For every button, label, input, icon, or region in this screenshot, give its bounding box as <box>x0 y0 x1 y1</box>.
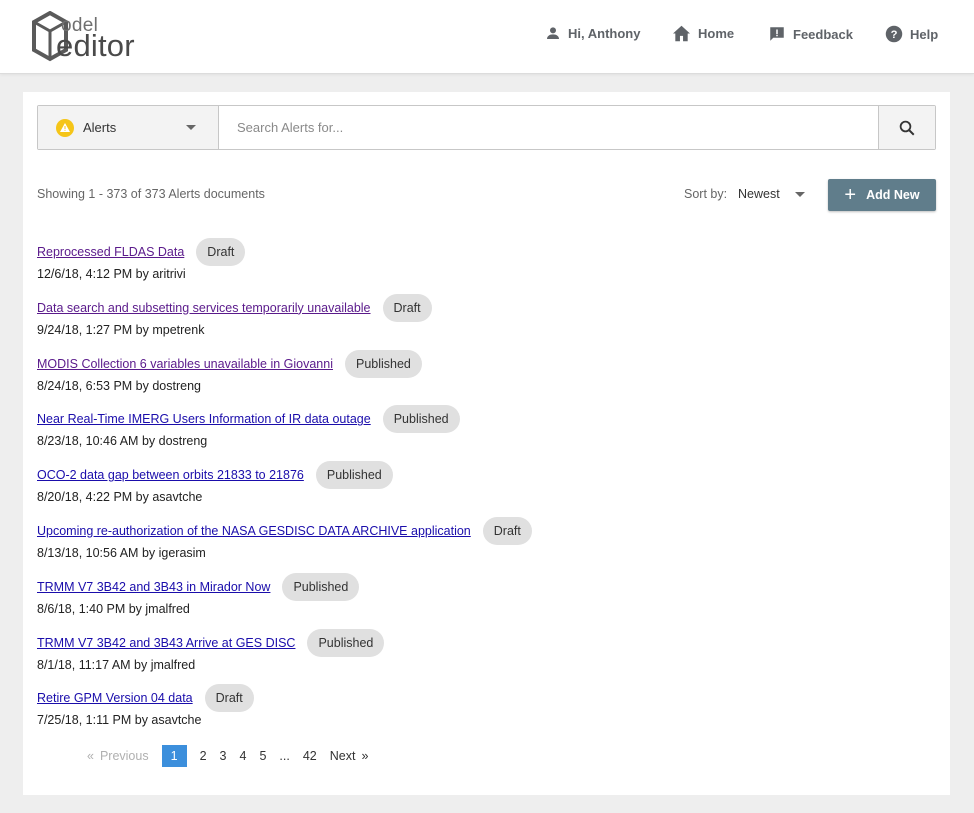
add-new-label: Add New <box>866 188 920 202</box>
nav-feedback[interactable]: Feedback <box>768 25 853 43</box>
results-count: Showing 1 - 373 of 373 Alerts documents <box>37 187 265 201</box>
home-icon <box>673 25 690 42</box>
user-greeting: Hi, Anthony <box>568 25 641 41</box>
app-logo[interactable]: odel editor <box>30 11 140 63</box>
alert-title-link[interactable]: MODIS Collection 6 variables unavailable… <box>37 357 333 371</box>
alert-meta: 8/1/18, 11:17 AM by jmalfred <box>37 657 196 672</box>
alert-title-link[interactable]: Data search and subsetting services temp… <box>37 301 371 315</box>
person-icon <box>547 27 559 39</box>
list-item: Near Real-Time IMERG Users Information o… <box>37 405 917 461</box>
nav-help[interactable]: ? Help <box>885 25 938 43</box>
alert-meta: 8/6/18, 1:40 PM by jmalfred <box>37 601 190 616</box>
alert-meta: 8/24/18, 6:53 PM by dostreng <box>37 378 201 393</box>
alert-title-link[interactable]: Retire GPM Version 04 data <box>37 691 193 705</box>
page-link-3[interactable]: 3 <box>220 745 227 767</box>
alert-meta: 8/23/18, 10:46 AM by dostreng <box>37 434 208 449</box>
status-badge: Draft <box>382 293 432 322</box>
sort-select[interactable]: Newest <box>738 187 805 201</box>
status-badge: Published <box>382 405 460 434</box>
status-badge: Draft <box>204 684 254 713</box>
alert-title-link[interactable]: TRMM V7 3B42 and 3B43 in Mirador Now <box>37 580 270 594</box>
pagination-previous: « Previous <box>81 745 149 767</box>
logo-text-big: editor <box>56 28 135 63</box>
alert-title-link[interactable]: Reprocessed FLDAS Data <box>37 245 184 259</box>
sort-label: Sort by: <box>684 187 728 201</box>
chevron-down-icon <box>794 191 805 197</box>
chevron-down-icon <box>186 125 196 130</box>
list-item: MODIS Collection 6 variables unavailable… <box>37 349 917 406</box>
search-input[interactable] <box>219 106 878 149</box>
alert-title-link[interactable]: Near Real-Time IMERG Users Information o… <box>37 412 371 426</box>
pagination-next[interactable]: Next » <box>330 745 375 767</box>
pagination: « Previous 1 2 3 4 5 ... 42 Next » <box>81 745 387 767</box>
list-item: Reprocessed FLDAS Data Draft 12/6/18, 4:… <box>37 238 917 294</box>
search-icon <box>899 120 915 135</box>
svg-text:?: ? <box>891 29 898 41</box>
pagination-ellipsis: ... <box>279 749 290 763</box>
status-badge: Published <box>344 349 422 378</box>
next-label: Next <box>329 749 356 763</box>
status-badge: Draft <box>482 516 532 545</box>
page-link-4[interactable]: 4 <box>240 745 247 767</box>
page-link-1[interactable]: 1 <box>161 745 187 767</box>
alert-title-link[interactable]: OCO-2 data gap between orbits 21833 to 2… <box>37 468 304 482</box>
alert-meta: 7/25/18, 1:11 PM by asavtche <box>37 713 202 728</box>
list-item: Data search and subsetting services temp… <box>37 293 917 350</box>
alert-title-link[interactable]: TRMM V7 3B42 and 3B43 Arrive at GES DISC <box>37 636 295 650</box>
page-link-42[interactable]: 42 <box>303 745 317 767</box>
alert-meta: 8/20/18, 4:22 PM by asavtche <box>37 490 203 505</box>
chevron-right-icon: » <box>361 749 369 763</box>
search-bar: Alerts <box>37 105 936 150</box>
document-type-select[interactable]: Alerts <box>38 106 219 149</box>
status-badge: Published <box>282 572 360 601</box>
status-badge: Published <box>307 628 385 657</box>
alert-list: Reprocessed FLDAS Data Draft 12/6/18, 4:… <box>37 238 917 740</box>
list-item: OCO-2 data gap between orbits 21833 to 2… <box>37 461 917 517</box>
nav-user[interactable]: Hi, Anthony <box>545 25 640 41</box>
sort-selected: Newest <box>738 187 780 201</box>
page-link-5[interactable]: 5 <box>259 745 266 767</box>
feedback-icon <box>770 27 784 41</box>
main-panel: Alerts Showing 1 - 373 of 373 Alerts doc… <box>23 92 950 795</box>
alert-meta: 8/13/18, 10:56 AM by igerasim <box>37 545 206 560</box>
nav-home[interactable]: Home <box>672 25 734 42</box>
help-icon: ? <box>885 25 903 43</box>
search-button[interactable] <box>878 106 935 149</box>
feedback-label: Feedback <box>793 26 853 42</box>
alert-meta: 9/24/18, 1:27 PM by mpetrenk <box>37 322 205 337</box>
alert-meta: 12/6/18, 4:12 PM by aritrivi <box>37 267 186 281</box>
list-item: Upcoming re-authorization of the NASA GE… <box>37 516 917 573</box>
plus-icon: + <box>844 184 857 206</box>
help-label: Help <box>910 26 939 42</box>
page-link-2[interactable]: 2 <box>200 745 207 767</box>
status-badge: Draft <box>196 238 246 266</box>
warning-icon <box>56 118 74 137</box>
list-item: Retire GPM Version 04 data Draft 7/25/18… <box>37 684 917 740</box>
list-item: TRMM V7 3B42 and 3B43 in Mirador Now Pub… <box>37 572 917 629</box>
chevron-left-icon: « <box>87 749 94 763</box>
top-header: odel editor Hi, Anthony Home Feedback ? … <box>0 0 974 74</box>
status-badge: Published <box>315 461 393 490</box>
alert-title-link[interactable]: Upcoming re-authorization of the NASA GE… <box>37 524 471 538</box>
document-type-label: Alerts <box>83 120 117 135</box>
add-new-button[interactable]: + Add New <box>828 179 936 211</box>
previous-label: Previous <box>99 749 149 763</box>
home-label: Home <box>698 26 735 41</box>
list-item: TRMM V7 3B42 and 3B43 Arrive at GES DISC… <box>37 628 917 685</box>
